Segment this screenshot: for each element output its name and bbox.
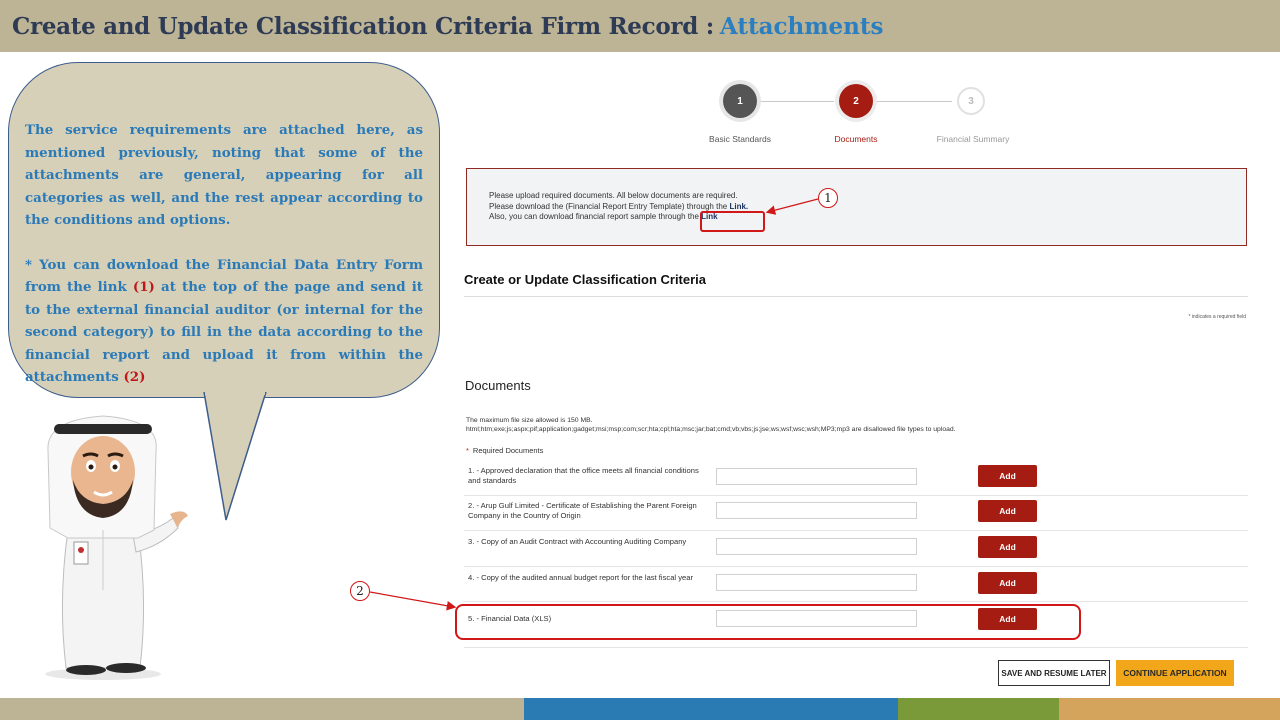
slide-header: Create and Update Classification Criteri… <box>0 0 1280 52</box>
bubble-paragraph-2: * You can download the Financial Data En… <box>25 254 423 389</box>
document-row-1: 1. - Approved declaration that the offic… <box>464 460 1248 496</box>
info-line-3-text: Also, you can download financial report … <box>489 212 699 221</box>
required-documents-text: Required Documents <box>472 446 544 455</box>
step-3-number: 3 <box>968 95 974 107</box>
add-document-button[interactable]: Add <box>978 500 1037 522</box>
callout-1-number: 1 <box>824 191 832 205</box>
progress-stepper: 1 2 3 Basic Standards Documents Financia… <box>690 82 1030 152</box>
step-2-label: Documents <box>834 134 878 144</box>
required-field-note: * indicates a required field <box>1188 314 1246 320</box>
info-line-2-text: Please download the (Financial Report En… <box>489 201 728 211</box>
continue-application-button[interactable]: CONTINUE APPLICATION <box>1116 660 1234 686</box>
callout-2-number: 2 <box>356 584 364 598</box>
add-document-button[interactable]: Add <box>978 572 1037 594</box>
speech-bubble: The service requirements are attached he… <box>8 62 440 398</box>
footer-bar-segment <box>524 698 898 720</box>
slide-title-accent: Attachments <box>719 12 884 40</box>
document-file-input[interactable] <box>716 574 917 591</box>
step-1-label: Basic Standards <box>709 134 771 144</box>
info-line-2: Please download the (Financial Report En… <box>489 202 1246 213</box>
step-2-circle[interactable]: 2 <box>839 84 873 118</box>
add-document-button[interactable]: Add <box>978 465 1037 487</box>
info-line-3: Also, you can download financial report … <box>489 212 1246 223</box>
document-file-input[interactable] <box>716 468 917 485</box>
slide: Create and Update Classification Criteri… <box>0 0 1280 720</box>
slide-title: Create and Update Classification Criteri… <box>12 12 714 40</box>
add-document-button[interactable]: Add <box>978 536 1037 558</box>
document-label: 2. - Arup Gulf Limited - Certificate of … <box>468 501 697 520</box>
callout-2-marker: 2 <box>350 581 370 601</box>
template-download-link[interactable]: Link. <box>729 202 748 211</box>
required-documents-label: * Required Documents <box>466 446 543 455</box>
footer-bar-segment <box>1059 698 1280 720</box>
section-title: Create or Update Classification Criteria <box>464 272 707 287</box>
callout-2-arrow <box>369 591 457 611</box>
document-label: 3. - Copy of an Audit Contract with Acco… <box>468 537 687 546</box>
document-label: 1. - Approved declaration that the offic… <box>468 466 699 485</box>
footer-bar-segment <box>0 698 524 720</box>
documents-title: Documents <box>465 378 531 393</box>
info-line-1: Please upload required documents. All be… <box>489 191 738 200</box>
bubble-paragraph-1: The service requirements are attached he… <box>25 122 423 228</box>
stepper-connector <box>756 101 834 102</box>
callout-2-highlight <box>455 604 1081 640</box>
disallowed-file-types: html;htm;exe;js;aspx;pif;application;gad… <box>466 426 956 433</box>
file-size-note: The maximum file size allowed is 150 MB.… <box>466 416 1106 434</box>
footer-bar-segment <box>898 698 1059 720</box>
save-and-resume-later-button[interactable]: SAVE AND RESUME LATER <box>998 660 1110 686</box>
document-file-input[interactable] <box>716 502 917 519</box>
bubble-ref-2: (2) <box>123 369 146 385</box>
document-row-3: 3. - Copy of an Audit Contract with Acco… <box>464 531 1248 567</box>
file-size-limit: The maximum file size allowed is 150 MB. <box>466 417 593 424</box>
callout-1-marker: 1 <box>818 188 838 208</box>
row-divider <box>464 601 1248 602</box>
document-row-4: 4. - Copy of the audited annual budget r… <box>464 567 1248 603</box>
footer-color-bar <box>0 698 1280 720</box>
document-row-2: 2. - Arup Gulf Limited - Certificate of … <box>464 496 1248 532</box>
step-1-circle[interactable]: 1 <box>723 84 757 118</box>
step-3-label: Financial Summary <box>936 134 1010 144</box>
callout-1-highlight <box>700 211 765 232</box>
document-label: 4. - Copy of the audited annual budget r… <box>468 573 693 582</box>
stepper-connector <box>874 101 952 102</box>
section-divider <box>464 296 1248 297</box>
upload-instructions-box: Please upload required documents. All be… <box>466 168 1247 246</box>
step-2-number: 2 <box>853 95 859 107</box>
step-1-number: 1 <box>737 95 743 107</box>
required-asterisk: * <box>466 446 469 455</box>
character-illustration <box>45 415 188 680</box>
row-divider <box>464 647 1248 648</box>
speech-bubble-tail <box>203 392 267 521</box>
document-file-input[interactable] <box>716 538 917 555</box>
bubble-ref-1: (1) <box>132 279 155 295</box>
step-3-circle[interactable]: 3 <box>957 87 985 115</box>
